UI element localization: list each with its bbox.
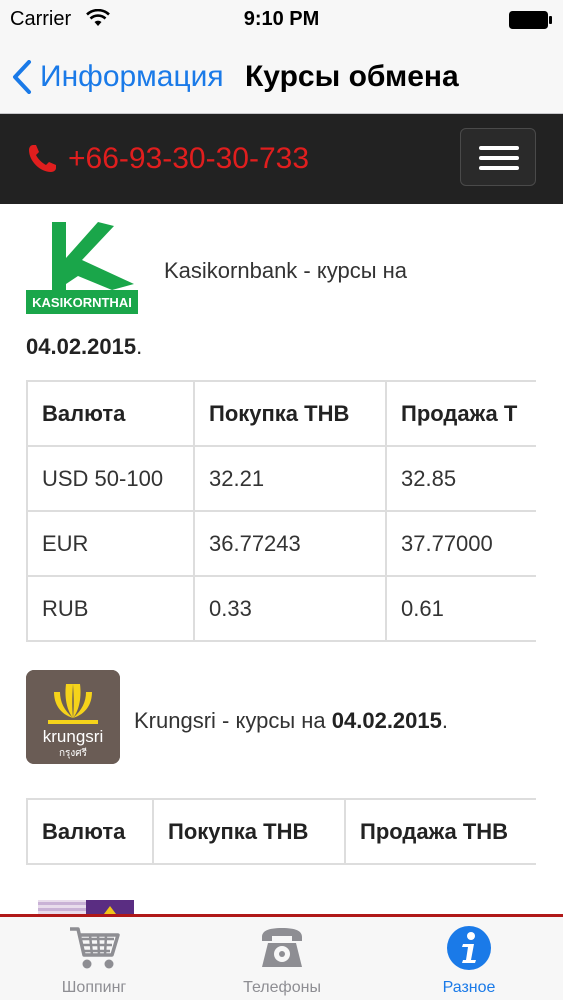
table-cell: 32.21 — [193, 445, 387, 512]
site-header: +66-93-30-30-733 — [0, 114, 563, 204]
table-cell: 37.77000 — [385, 510, 536, 577]
krungsri-date: 04.02.2015 — [331, 708, 442, 733]
tab-misc[interactable]: Разное — [375, 917, 563, 1000]
kasikornbank-rates-table-wrap: Валюта Покупка THB Продажа T USD 50-100 … — [26, 380, 536, 644]
krungsri-logo-text: krungsri — [43, 727, 103, 746]
kasikornbank-date: 04.02.2015 — [26, 334, 137, 359]
back-button[interactable]: Информация — [12, 58, 224, 96]
status-bar: Carrier 9:10 PM — [0, 0, 563, 40]
kasikornbank-logo-text: KASIKORNTHAI — [32, 295, 132, 310]
info-icon — [447, 926, 491, 970]
phone-number: +66-93-30-30-733 — [68, 142, 310, 175]
table-header-cell: Валюта — [26, 380, 195, 447]
tab-label: Разное — [442, 979, 496, 996]
phone-icon — [29, 145, 56, 172]
krungsri-logo: krungsri กรุงศรี — [26, 670, 120, 764]
menu-icon-bar — [479, 166, 519, 170]
table-cell: 36.77243 — [193, 510, 387, 577]
table-header-cell: Продажа T — [385, 380, 536, 447]
table-header-cell: Покупка THB — [193, 380, 387, 447]
table-row: RUB 0.33 0.61 — [26, 575, 536, 642]
tab-shopping[interactable]: Шоппинг — [0, 917, 188, 1000]
table-cell: USD 50-100 — [26, 445, 195, 512]
content-area: KASIKORNTHAI Kasikornbank - курсы на 04.… — [0, 204, 563, 918]
kasikornbank-logo: KASIKORNTHAI — [26, 222, 138, 314]
table-cell: 0.61 — [385, 575, 536, 642]
table-cell: EUR — [26, 510, 195, 577]
kasikornbank-rates-table: Валюта Покупка THB Продажа T USD 50-100 … — [26, 380, 536, 642]
battery-icon — [509, 11, 552, 29]
page-title: Курсы обмена — [245, 60, 459, 93]
back-button-label: Информация — [40, 60, 224, 93]
chevron-left-icon — [13, 60, 31, 94]
table-row: USD 50-100 32.21 32.85 — [26, 445, 536, 512]
hamburger-menu-button[interactable] — [460, 128, 536, 186]
table-header-cell: Продажа THB — [344, 798, 536, 865]
table-cell: 32.85 — [385, 445, 536, 512]
krungsri-heading-line: Krungsri - курсы на 04.02.2015. — [134, 706, 448, 736]
krungsri-rates-table: Валюта Покупка THB Продажа THB — [26, 798, 536, 865]
menu-icon-bar — [479, 156, 519, 160]
status-time: 9:10 PM — [243, 8, 320, 30]
table-header-row: Валюта Покупка THB Продажа T — [26, 380, 536, 447]
krungsri-rates-table-wrap: Валюта Покупка THB Продажа THB — [26, 798, 536, 866]
table-cell: 0.33 — [193, 575, 387, 642]
krungsri-logo-subtext: กรุงศรี — [59, 747, 88, 759]
tab-bar: Шоппинг Телефоны Разное — [0, 914, 563, 1000]
krungsri-section: krungsri กรุงศรี Krungsri - курсы на 04.… — [26, 670, 536, 770]
shopping-cart-icon — [70, 927, 120, 969]
tab-phones[interactable]: Телефоны — [188, 917, 376, 1000]
phone-link[interactable]: +66-93-30-30-733 — [26, 138, 309, 180]
kasikornbank-date-line: 04.02.2015. — [26, 332, 142, 362]
menu-icon-bar — [479, 146, 519, 150]
table-header-cell: Валюта — [26, 798, 154, 865]
navigation-bar: Информация Курсы обмена — [0, 40, 563, 114]
krungsri-heading: Krungsri - курсы на — [134, 708, 326, 733]
kasikornbank-heading: Kasikornbank - курсы на — [164, 258, 408, 283]
tab-label: Шоппинг — [61, 979, 127, 996]
kasikornbank-section: KASIKORNTHAI Kasikornbank - курсы на 04.… — [26, 204, 536, 364]
telephone-icon — [262, 928, 302, 967]
table-row: EUR 36.77243 37.77000 — [26, 510, 536, 577]
krungsri-date-suffix: . — [441, 708, 448, 733]
table-header-row: Валюта Покупка THB Продажа THB — [26, 798, 536, 865]
table-header-cell: Покупка THB — [152, 798, 346, 865]
tab-label: Телефоны — [243, 979, 321, 996]
table-cell: RUB — [26, 575, 195, 642]
kasikornbank-date-suffix: . — [136, 334, 143, 359]
